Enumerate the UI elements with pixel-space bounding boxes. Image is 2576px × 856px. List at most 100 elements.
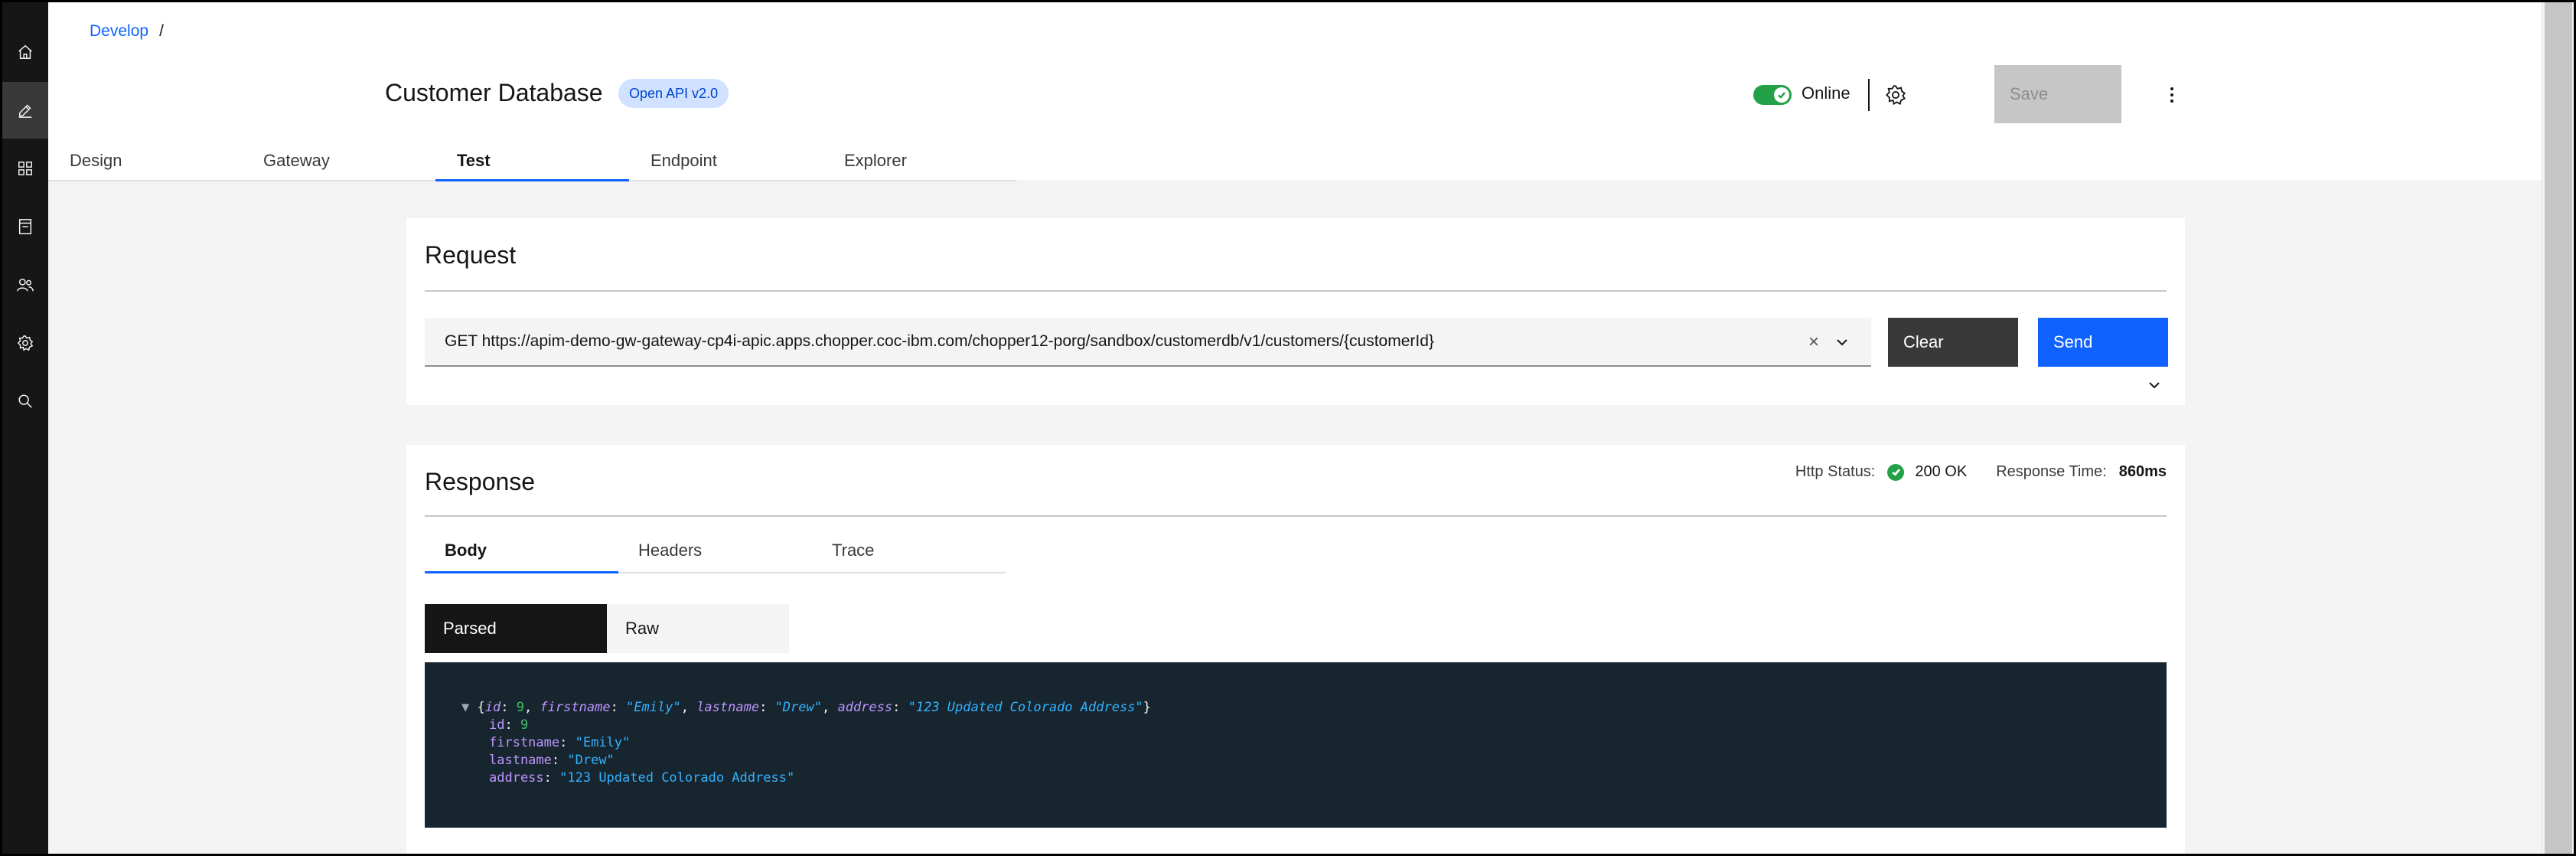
json-field-value: 9 [520,717,529,733]
header-divider [1868,79,1870,111]
json-field-value: "Drew" [567,753,615,768]
request-url-input[interactable]: GET https://apim-demo-gw-gateway-cp4i-ap… [425,318,1871,367]
json-field-value: "123 Updated Colorado Address" [559,770,795,786]
json-colon: : [892,700,908,715]
body-view-switcher: Parsed Raw [425,604,789,653]
json-field-value: "Emily" [575,735,631,750]
response-divider [425,515,2167,517]
json-colon: : [759,700,775,715]
send-button[interactable]: Send [2038,318,2168,367]
tab-explorer[interactable]: Explorer [823,142,1016,181]
response-status-bar: Http Status: 200 OK Response Time: 860ms [1795,463,2167,481]
request-panel: Request GET https://apim-demo-gw-gateway… [406,218,2185,405]
request-url-text: GET https://apim-demo-gw-gateway-cp4i-ap… [445,332,1434,350]
online-status-label: Online [1802,83,1850,103]
json-colon: : [543,770,560,786]
catalog-icon [18,219,32,234]
search-icon [18,394,32,408]
overflow-dot [2170,87,2173,90]
app-window: Develop / Customer Database Open API v2.… [2,2,2574,854]
page-scrollbar[interactable] [2542,2,2574,854]
overflow-dot [2170,93,2173,96]
users-icon [17,278,34,292]
json-colon: : [504,717,520,733]
api-header: Develop / Customer Database Open API v2.… [48,2,2542,181]
expand-request-chevron-icon[interactable] [2147,377,2162,397]
json-colon: : [501,700,517,715]
rail-manage-button[interactable] [2,140,48,197]
scrollbar-thumb[interactable] [2545,2,2572,854]
json-value: "123 Updated Colorado Address" [908,700,1143,715]
api-settings-button[interactable] [1880,79,1912,111]
rail-search-button[interactable] [2,373,48,430]
http-status-label: Http Status: [1795,463,1876,480]
raw-view-button[interactable]: Raw [607,604,789,653]
request-divider [425,290,2167,292]
json-key: address [837,700,893,715]
response-time-value: 860ms [2118,463,2167,480]
rail-members-button[interactable] [2,256,48,313]
tab-test[interactable]: Test [435,142,629,181]
checkmark-icon [1778,92,1785,99]
json-field-key: firstname [489,735,560,750]
json-brace: { [469,700,485,715]
json-value: 9 [516,700,524,715]
json-value: "Emily" [626,700,681,715]
success-checkmark-icon [1887,463,1905,481]
rail-home-button[interactable] [2,24,48,80]
json-field-row: id: 9 [461,717,2167,734]
overflow-dot [2170,100,2173,103]
apps-icon [18,162,32,175]
left-nav-rail [2,2,48,854]
collapse-toggle-icon[interactable]: ▼ [461,700,469,715]
response-panel: Response Http Status: 200 OK Response Ti… [406,445,2185,854]
json-field-key: id [489,717,505,733]
json-colon: : [559,735,576,750]
clear-url-icon[interactable]: × [1808,332,1819,353]
clear-button[interactable]: Clear [1888,318,2018,367]
response-time-label: Response Time: [1996,463,2107,480]
json-colon: : [610,700,627,715]
json-field-row: lastname: "Drew" [461,752,2167,769]
overflow-menu-button[interactable] [2157,79,2187,111]
save-button[interactable]: Save [1994,65,2121,123]
rail-develop-button[interactable] [2,82,48,139]
request-heading: Request [425,241,517,269]
tab-design[interactable]: Design [48,142,242,181]
toggle-knob [1774,87,1789,103]
tab-endpoint[interactable]: Endpoint [629,142,823,181]
url-dropdown-chevron-icon[interactable] [1834,335,1850,354]
json-comma: , [680,700,697,715]
json-key: firstname [540,700,611,715]
gear-icon [1886,85,1906,106]
rail-catalog-button[interactable] [2,198,48,255]
json-comma: , [821,700,838,715]
tab-trace[interactable]: Trace [812,529,1006,573]
json-key: lastname [696,700,760,715]
openapi-version-badge: Open API v2.0 [618,79,729,108]
tab-body[interactable]: Body [425,529,618,573]
json-summary-line: ▼ {id: 9, firstname: "Emily", lastname: … [461,699,2167,717]
api-tabs: Design Gateway Test Endpoint Explorer [48,142,1016,181]
response-tabs: Body Headers Trace [425,529,1006,573]
json-value: "Drew" [774,700,822,715]
tab-gateway[interactable]: Gateway [242,142,435,181]
settings-icon [17,335,34,351]
response-heading: Response [425,468,536,495]
page-title: Customer Database [385,79,603,106]
breadcrumb: Develop / [90,22,164,41]
json-comma: , [523,700,540,715]
parsed-view-button[interactable]: Parsed [425,604,607,653]
breadcrumb-develop-link[interactable]: Develop [90,22,148,41]
json-colon: : [551,753,568,768]
http-status-value: 200 OK [1915,463,1968,480]
json-brace: } [1143,700,1151,715]
tab-headers[interactable]: Headers [618,529,812,573]
json-field-key: address [489,770,544,786]
response-body-viewer: ▼ {id: 9, firstname: "Emily", lastname: … [425,662,2167,828]
online-toggle[interactable] [1753,85,1792,105]
rail-settings-button[interactable] [2,315,48,371]
breadcrumb-separator: / [159,22,164,40]
json-key: id [484,700,501,715]
home-icon [18,44,32,59]
